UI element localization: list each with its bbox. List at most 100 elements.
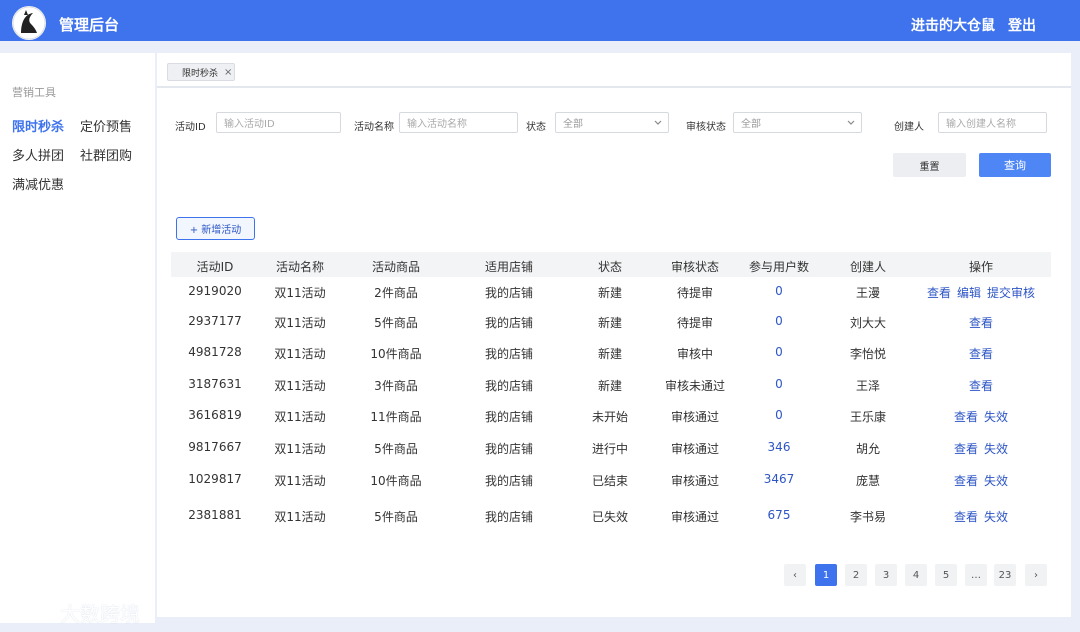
table-cell-shop: 我的店铺 [484,286,534,300]
table-cell-activity-name: 双11活动 [274,286,326,300]
page-button-4[interactable]: 4 [905,564,927,586]
view-link[interactable]: 查看 [927,286,951,300]
watermark-text: 大数跨境 [60,602,140,626]
page-button-2[interactable]: 2 [845,564,867,586]
table-header-col-activity-name: 活动名称 [275,260,325,274]
table-header-col-shop: 适用店铺 [484,260,534,274]
table-cell-activity-name: 双11活动 [274,347,326,361]
prev-page-icon[interactable]: ‹ [784,564,806,586]
table-cell-goods: 10件商品 [370,347,422,361]
table-cell-audit-status: 待提审 [676,316,714,330]
view-link[interactable]: 查看 [954,410,978,424]
logout-link[interactable]: 登出 [1008,15,1036,35]
tab-flash-sale[interactable]: 限时秒杀 × [167,63,235,81]
table-cell-users: 3467 [763,472,795,486]
table-cell-goods: 3件商品 [374,379,418,393]
table-cell-actions: 查看 [969,314,993,331]
invalidate-link[interactable]: 失效 [984,442,1008,456]
user-name[interactable]: 进击的大仓鼠 [911,15,995,35]
table-cell-activity-name: 双11活动 [274,379,326,393]
table-cell-status: 已结束 [591,474,629,488]
table-cell-audit-status: 审核未通过 [664,379,726,393]
table-cell-audit-status: 审核通过 [670,510,720,524]
sidebar-item-discount[interactable]: 满减优惠 [12,174,64,193]
table-header-col-goods: 活动商品 [371,260,421,274]
page-button-23[interactable]: 23 [994,564,1016,586]
invalidate-link[interactable]: 失效 [984,474,1008,488]
table-cell-users: 0 [775,408,783,422]
reset-button[interactable]: 重置 [893,153,966,177]
table-cell-status: 新建 [597,316,623,330]
table-cell-creator: 王乐康 [849,410,887,424]
status-select-value: 全部 [563,119,583,130]
audit-status-select[interactable]: 全部 [733,112,862,133]
sidebar-item-presale[interactable]: 定价预售 [80,116,132,135]
table-header-col-audit-status: 审核状态 [670,260,720,274]
next-page-icon[interactable]: › [1025,564,1047,586]
view-link[interactable]: 查看 [954,442,978,456]
table-cell-activity-name: 双11活动 [274,410,326,424]
table-cell-shop: 我的店铺 [484,510,534,524]
page-button-5[interactable]: 5 [935,564,957,586]
table-cell-creator: 李怡悦 [849,347,887,361]
table-header-col-creator: 创建人 [849,260,887,274]
pagination-ellipsis[interactable]: … [965,564,987,586]
sidebar-item-group-buy[interactable]: 多人拼团 [12,145,64,164]
main-panel: 限时秒杀 × 活动ID 输入活动ID 活动名称 输入活动名称 状态 全部 审核状… [157,53,1071,617]
tab-bar: 限时秒杀 × [157,53,1071,88]
table-cell-status: 已失效 [591,510,629,524]
table-cell-shop: 我的店铺 [484,410,534,424]
table-cell-audit-status: 审核中 [676,347,714,361]
table-cell-activity-id: 1029817 [188,472,242,486]
sidebar-group-title: 营销工具 [12,86,56,99]
sidebar: 营销工具 限时秒杀 定价预售 多人拼团 社群团购 满减优惠 [0,53,155,623]
add-activity-button[interactable]: + 新增活动 [176,217,255,240]
creator-input[interactable]: 输入创建人名称 [938,112,1047,133]
submit-review-link[interactable]: 提交审核 [987,286,1035,300]
table-cell-shop: 我的店铺 [484,316,534,330]
audit-status-select-value: 全部 [741,119,761,130]
table-cell-creator: 王漫 [855,286,881,300]
watermark: 大数跨境 [10,598,140,627]
table-cell-activity-name: 双11活动 [274,474,326,488]
activity-name-input[interactable]: 输入活动名称 [399,112,518,133]
table-cell-actions: 查看 [969,377,993,394]
status-select[interactable]: 全部 [555,112,669,133]
watermark-logo-icon [12,604,49,621]
page-button-3[interactable]: 3 [875,564,897,586]
sidebar-item-flash-sale[interactable]: 限时秒杀 [12,116,64,135]
chevron-down-icon [653,117,663,127]
close-icon[interactable]: × [224,67,232,78]
table-cell-status: 进行中 [591,442,629,456]
page-button-1[interactable]: 1 [815,564,837,586]
invalidate-link[interactable]: 失效 [984,410,1008,424]
view-link[interactable]: 查看 [969,347,993,361]
view-link[interactable]: 查看 [969,379,993,393]
activity-id-input[interactable]: 输入活动ID [216,112,341,133]
table-cell-goods: 2件商品 [374,286,418,300]
table-cell-shop: 我的店铺 [484,347,534,361]
filter-label-audit-status: 审核状态 [686,122,726,133]
view-link[interactable]: 查看 [954,474,978,488]
chevron-down-icon [846,117,856,127]
brand-title: 管理后台 [59,16,120,34]
table-cell-goods: 5件商品 [374,510,418,524]
table-header-col-actions: 操作 [968,260,994,274]
table-header-col-status: 状态 [597,260,623,274]
edit-link[interactable]: 编辑 [957,286,981,300]
table-cell-shop: 我的店铺 [484,442,534,456]
table-cell-activity-name: 双11活动 [274,316,326,330]
search-button[interactable]: 查询 [979,153,1051,177]
filter-label-activity-name: 活动名称 [354,122,394,133]
table-cell-activity-id: 2937177 [188,314,242,328]
table-cell-actions: 查看 失效 [954,508,1008,525]
table-header-col-activity-id: 活动ID [196,260,234,274]
table-cell-activity-id: 9817667 [188,440,242,454]
table-cell-users: 675 [767,508,791,522]
sidebar-item-community-buy[interactable]: 社群团购 [80,145,132,164]
invalidate-link[interactable]: 失效 [984,510,1008,524]
view-link[interactable]: 查看 [969,316,993,330]
table-cell-goods: 10件商品 [370,474,422,488]
table-cell-creator: 庞慧 [855,474,881,488]
view-link[interactable]: 查看 [954,510,978,524]
